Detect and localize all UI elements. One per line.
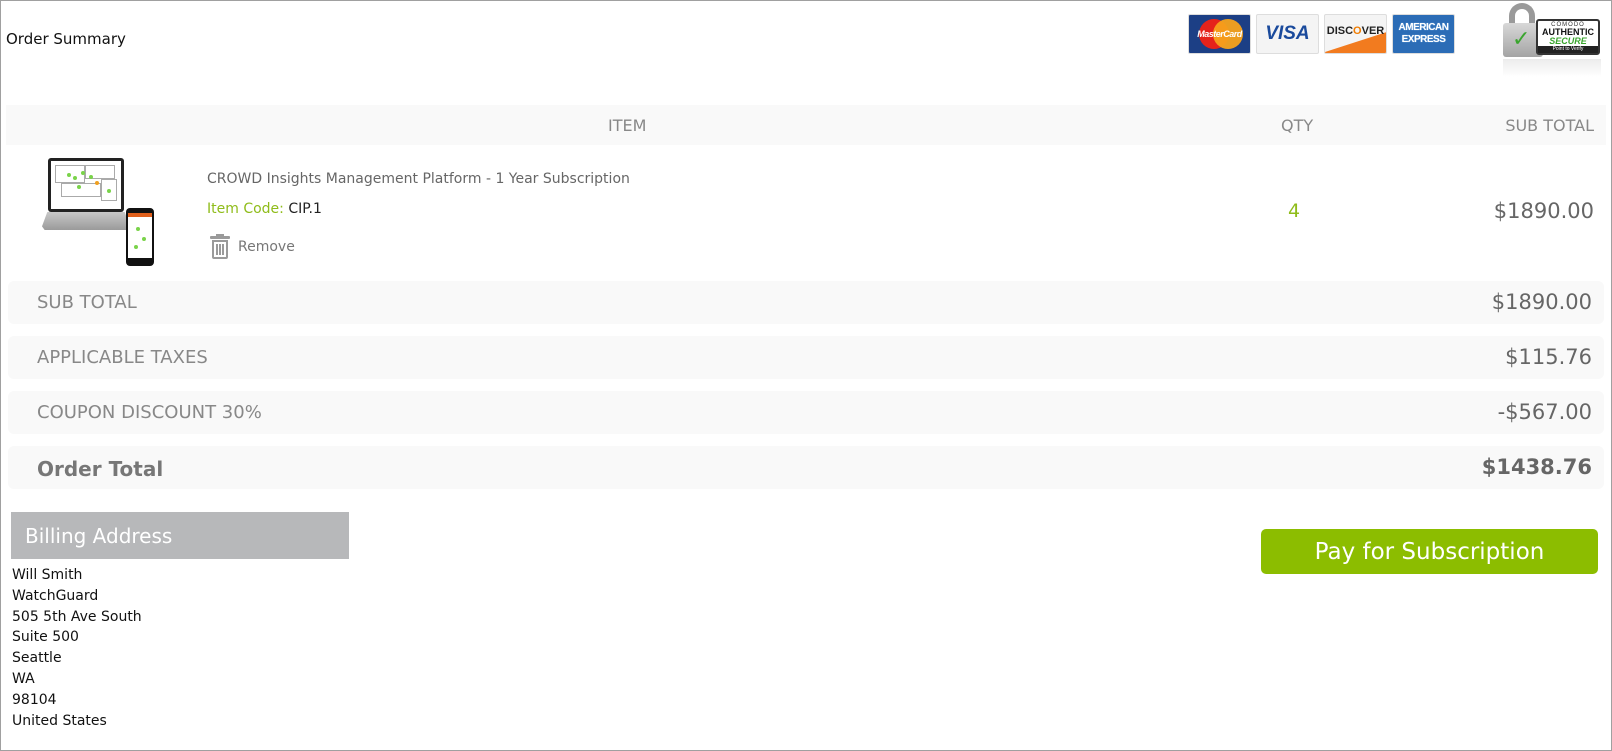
amex-label-2: EXPRESS <box>1401 34 1446 45</box>
header-qty: QTY <box>1281 116 1314 135</box>
order-total-label: Order Total <box>37 457 164 481</box>
laptop-icon <box>48 158 124 212</box>
laptop-keyboard <box>42 212 130 230</box>
item-quantity: 4 <box>1288 200 1301 222</box>
page-title: Order Summary <box>6 30 126 48</box>
taxes-label: APPLICABLE TAXES <box>37 347 208 368</box>
summary-total-row: Order Total $1438.76 <box>8 446 1604 489</box>
address-suite: Suite 500 <box>12 629 79 646</box>
table-header: ITEM QTY SUB TOTAL <box>6 105 1606 145</box>
coupon-label: COUPON DISCOUNT 30% <box>37 402 262 423</box>
address-company: WatchGuard <box>12 587 99 604</box>
header-subtotal: SUB TOTAL <box>1505 116 1594 135</box>
product-name[interactable]: CROWD Insights Management Platform - 1 Y… <box>207 171 630 187</box>
seal-line-verify: Point to Verify <box>1538 46 1598 53</box>
address-zip: 98104 <box>12 691 57 708</box>
coupon-value: -$567.00 <box>1497 400 1592 424</box>
phone-icon <box>126 208 154 266</box>
mastercard-logo-icon: MasterCard <box>1188 14 1251 54</box>
visa-label: VISA <box>1265 23 1310 44</box>
payment-badges: MasterCard VISA DISCOVER AMERICAN EXPRES… <box>1188 14 1455 54</box>
pay-for-subscription-button[interactable]: Pay for Subscription <box>1261 529 1598 574</box>
remove-item-button[interactable]: Remove <box>210 234 295 259</box>
product-image <box>42 158 156 268</box>
header-item: ITEM <box>608 116 647 135</box>
subtotal-label: SUB TOTAL <box>37 292 137 313</box>
address-country: United States <box>12 712 107 729</box>
mastercard-label: MasterCard <box>1197 29 1242 39</box>
trash-icon <box>210 234 230 259</box>
item-subtotal: $1890.00 <box>1493 199 1594 223</box>
billing-address: Will Smith WatchGuard 505 5th Ave South … <box>12 565 142 731</box>
item-code: Item Code: CIP.1 <box>207 201 322 217</box>
visa-logo-icon: VISA <box>1256 14 1319 54</box>
address-name: Will Smith <box>12 567 83 583</box>
comodo-secure-seal[interactable]: ✓ COMODO AUTHENTIC SECURE Point to Verif… <box>1503 3 1603 78</box>
address-street: 505 5th Ave South <box>12 608 142 625</box>
discover-logo-icon: DISCOVER <box>1324 14 1387 54</box>
item-code-value: CIP.1 <box>288 201 322 217</box>
seal-line-secure: SECURE <box>1549 36 1587 46</box>
checkmark-icon: ✓ <box>1512 27 1531 52</box>
item-code-label: Item Code: <box>207 201 284 217</box>
remove-label: Remove <box>238 238 295 255</box>
order-total-value: $1438.76 <box>1481 455 1592 479</box>
address-city: Seattle <box>12 650 62 667</box>
address-state: WA <box>12 670 35 687</box>
summary-subtotal-row: SUB TOTAL $1890.00 <box>8 281 1604 324</box>
billing-address-heading: Billing Address <box>11 512 349 559</box>
amex-logo-icon: AMERICAN EXPRESS <box>1392 14 1455 54</box>
amex-label-1: AMERICAN <box>1398 22 1449 33</box>
summary-taxes-row: APPLICABLE TAXES $115.76 <box>8 336 1604 379</box>
subtotal-value: $1890.00 <box>1491 290 1592 314</box>
taxes-value: $115.76 <box>1505 345 1592 369</box>
discover-label: DISCOVER <box>1326 25 1385 37</box>
summary-coupon-row: COUPON DISCOUNT 30% -$567.00 <box>8 391 1604 434</box>
